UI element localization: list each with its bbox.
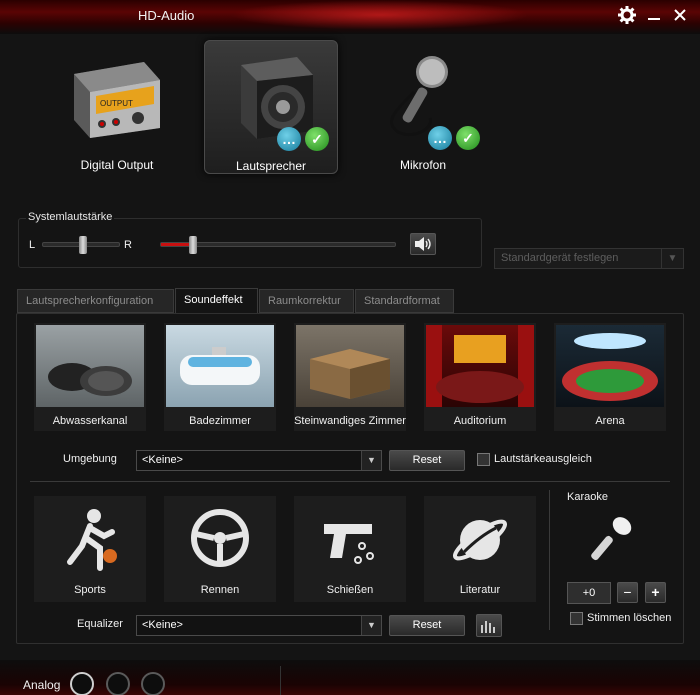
voice-cancel-checkbox[interactable] bbox=[570, 612, 583, 625]
volume-slider-thumb[interactable] bbox=[189, 236, 197, 254]
effect-label: Abwasserkanal bbox=[52, 415, 128, 427]
speaker-icon bbox=[241, 57, 313, 139]
equalizer-graph-button[interactable] bbox=[476, 614, 502, 637]
svg-text:OUTPUT: OUTPUT bbox=[100, 99, 133, 108]
effect-label: Steinwandiges Zimmer bbox=[294, 415, 406, 427]
environment-label: Umgebung bbox=[63, 453, 117, 465]
device-mikrofon[interactable]: … ✓ Mikrofon bbox=[356, 40, 490, 174]
microphone-icon bbox=[390, 56, 448, 137]
check-icon: ✓ bbox=[305, 127, 329, 151]
bottom-bar bbox=[0, 660, 700, 695]
auditorium-image bbox=[426, 325, 534, 407]
equalizer-label: Equalizer bbox=[77, 618, 123, 630]
effect-abwasserkanal[interactable]: Abwasserkanal bbox=[34, 323, 146, 431]
effect-auditorium[interactable]: Auditorium bbox=[424, 323, 536, 431]
genre-label: Schießen bbox=[326, 584, 374, 596]
close-icon[interactable] bbox=[670, 6, 690, 26]
window-title: HD-Audio bbox=[138, 8, 195, 23]
balance-right-label: R bbox=[124, 239, 132, 251]
karaoke-plus-button[interactable]: + bbox=[645, 582, 666, 603]
tab-raumkorrektur[interactable]: Raumkorrektur bbox=[259, 289, 354, 313]
set-default-device-dropdown[interactable]: Standardgerät festlegen ▼ bbox=[494, 248, 684, 269]
device-label: Digital Output bbox=[80, 158, 154, 172]
planet-icon bbox=[453, 519, 507, 561]
check-icon: ✓ bbox=[456, 126, 480, 150]
analog-jack-3[interactable] bbox=[141, 672, 165, 695]
genre-schiessen[interactable]: Schießen bbox=[294, 496, 406, 602]
device-digital-output[interactable]: OUTPUT Digital Output bbox=[50, 40, 184, 174]
sports-icon bbox=[67, 509, 117, 571]
chat-icon: … bbox=[428, 126, 452, 150]
tab-standardformat[interactable]: Standardformat bbox=[355, 289, 454, 313]
section-divider bbox=[30, 481, 670, 482]
tab-soundeffekt[interactable]: Soundeffekt bbox=[175, 288, 258, 314]
genre-label: Rennen bbox=[200, 584, 240, 596]
effect-label: Auditorium bbox=[453, 415, 507, 427]
analog-jack-2[interactable] bbox=[106, 672, 130, 695]
chevron-down-icon: ▼ bbox=[361, 616, 381, 635]
loudness-label: Lautstärkeausgleich bbox=[494, 453, 592, 465]
environment-value: <Keine> bbox=[142, 454, 183, 466]
set-default-device-label: Standardgerät festlegen bbox=[501, 252, 619, 264]
environment-reset-button[interactable]: Reset bbox=[389, 450, 465, 471]
speaker-volume-icon bbox=[415, 237, 431, 251]
analog-jack-1[interactable] bbox=[70, 672, 94, 695]
karaoke-title: Karaoke bbox=[567, 491, 608, 503]
genre-rennen[interactable]: Rennen bbox=[164, 496, 276, 602]
effect-steinwandiges-zimmer[interactable]: Steinwandiges Zimmer bbox=[294, 323, 406, 431]
device-label: Lautsprecher bbox=[235, 159, 307, 173]
equalizer-bars-icon bbox=[481, 621, 495, 633]
sewer-image bbox=[36, 325, 144, 407]
karaoke-microphone-icon bbox=[591, 517, 632, 561]
tab-lautsprecherkonfiguration[interactable]: Lautsprecherkonfiguration bbox=[17, 289, 174, 313]
equalizer-reset-button[interactable]: Reset bbox=[389, 615, 465, 636]
bathtub-image bbox=[166, 325, 274, 407]
genre-literatur[interactable]: Literatur bbox=[424, 496, 536, 602]
bottom-divider bbox=[280, 666, 281, 695]
balance-left-label: L bbox=[29, 239, 36, 251]
minimize-icon[interactable] bbox=[644, 6, 664, 26]
pistol-icon bbox=[324, 524, 374, 564]
effect-label: Arena bbox=[595, 415, 625, 427]
karaoke-minus-button[interactable]: − bbox=[617, 582, 638, 603]
chat-icon: … bbox=[277, 127, 301, 151]
environment-select[interactable]: <Keine> ▼ bbox=[136, 450, 382, 471]
karaoke-key-value: +0 bbox=[567, 582, 611, 604]
digital-output-icon: OUTPUT bbox=[74, 62, 160, 138]
steering-wheel-icon bbox=[191, 509, 249, 567]
effect-label: Badezimmer bbox=[189, 415, 251, 427]
voice-cancel-label: Stimmen löschen bbox=[587, 612, 672, 624]
chevron-down-icon: ▼ bbox=[361, 451, 381, 470]
karaoke-divider bbox=[549, 490, 550, 630]
equalizer-select[interactable]: <Keine> ▼ bbox=[136, 615, 382, 636]
device-label: Mikrofon bbox=[399, 158, 446, 172]
gear-icon[interactable] bbox=[617, 6, 637, 26]
loudness-checkbox[interactable] bbox=[477, 453, 490, 466]
genre-sports[interactable]: Sports bbox=[34, 496, 146, 602]
mute-button[interactable] bbox=[410, 233, 436, 255]
volume-slider-fill bbox=[161, 243, 191, 246]
genre-label: Sports bbox=[74, 584, 106, 596]
effect-arena[interactable]: Arena bbox=[554, 323, 666, 431]
stone-room-image bbox=[296, 325, 404, 407]
system-volume-title: Systemlautstärke bbox=[26, 211, 115, 223]
equalizer-value: <Keine> bbox=[142, 619, 183, 631]
chevron-down-icon: ▼ bbox=[661, 249, 683, 268]
effect-badezimmer[interactable]: Badezimmer bbox=[164, 323, 276, 431]
title-bar bbox=[0, 0, 700, 34]
analog-label: Analog bbox=[23, 678, 61, 692]
arena-image bbox=[556, 325, 664, 407]
genre-label: Literatur bbox=[459, 584, 501, 596]
balance-slider-thumb[interactable] bbox=[79, 236, 87, 254]
device-lautsprecher[interactable]: … ✓ Lautsprecher bbox=[204, 40, 338, 174]
